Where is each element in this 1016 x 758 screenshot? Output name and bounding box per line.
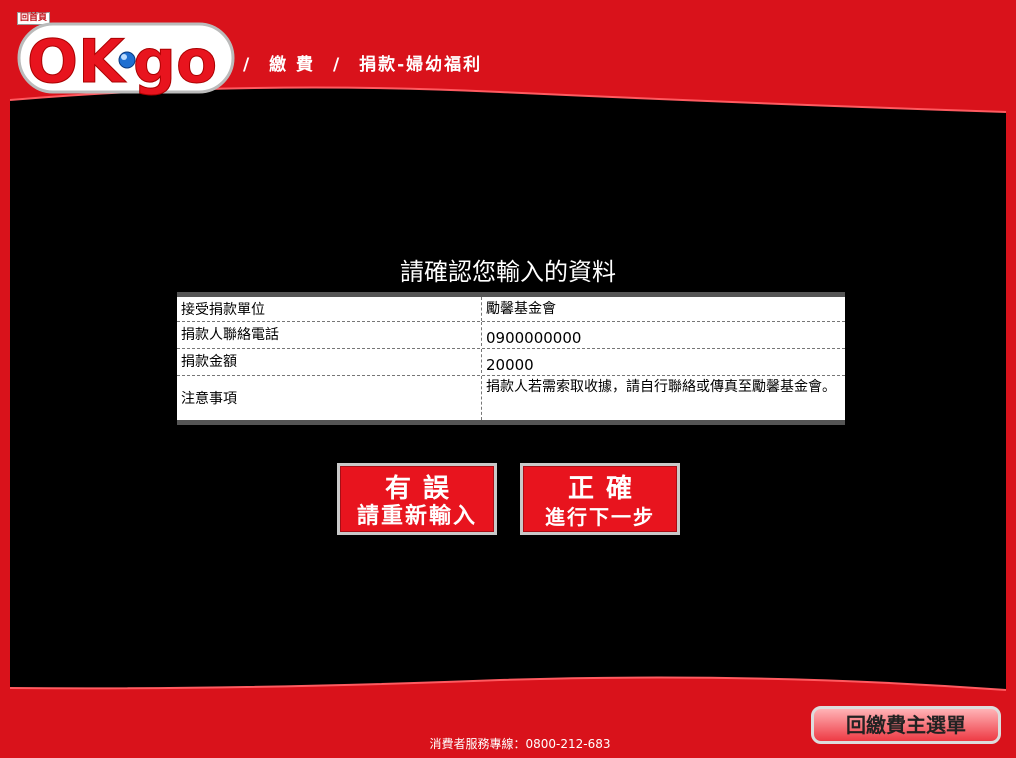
- table-row: 捐款金額 20000: [177, 349, 845, 376]
- row-label: 捐款金額: [177, 349, 482, 373]
- row-value: 勵馨基金會: [486, 301, 556, 317]
- info-table: 接受捐款單位 勵馨基金會 捐款人聯絡電話 0900000000 捐款金額 200…: [177, 292, 845, 425]
- next-step-button-line2: 進行下一步: [545, 505, 655, 529]
- row-value: 0900000000: [486, 329, 582, 347]
- breadcrumb-donation: 捐款-婦幼福利: [359, 55, 483, 75]
- row-value: 20000: [486, 356, 534, 374]
- row-label: 捐款人聯絡電話: [177, 322, 482, 346]
- table-row: 注意事項 捐款人若需索取收據，請自行聯絡或傳真至勵馨基金會。: [177, 376, 845, 420]
- row-value: 捐款人若需索取收據，請自行聯絡或傳真至勵馨基金會。: [486, 379, 836, 395]
- next-step-button-line1: 正確: [567, 474, 644, 504]
- svg-text:OK: OK: [27, 27, 127, 96]
- table-row: 捐款人聯絡電話 0900000000: [177, 322, 845, 349]
- back-to-pay-menu-button[interactable]: 回繳費主選單: [811, 706, 1001, 744]
- reenter-button[interactable]: 有誤 請重新輸入: [337, 463, 497, 535]
- breadcrumb-separator: /: [243, 55, 252, 75]
- row-label: 注意事項: [177, 376, 482, 420]
- row-label: 接受捐款單位: [177, 297, 482, 321]
- reenter-button-line1: 有誤: [384, 474, 461, 504]
- next-step-button[interactable]: 正確 進行下一步: [520, 463, 680, 535]
- okgo-logo[interactable]: OK go: [17, 20, 235, 96]
- breadcrumb-separator: /: [332, 55, 342, 75]
- table-row: 接受捐款單位 勵馨基金會: [177, 297, 845, 322]
- page-title: 請確認您輸入的資料: [400, 258, 616, 286]
- reenter-button-line2: 請重新輸入: [356, 504, 477, 529]
- svg-text:go: go: [133, 27, 217, 96]
- breadcrumb: / 繳 費 / 捐款-婦幼福利: [243, 50, 492, 75]
- breadcrumb-pay: 繳 費: [269, 55, 316, 75]
